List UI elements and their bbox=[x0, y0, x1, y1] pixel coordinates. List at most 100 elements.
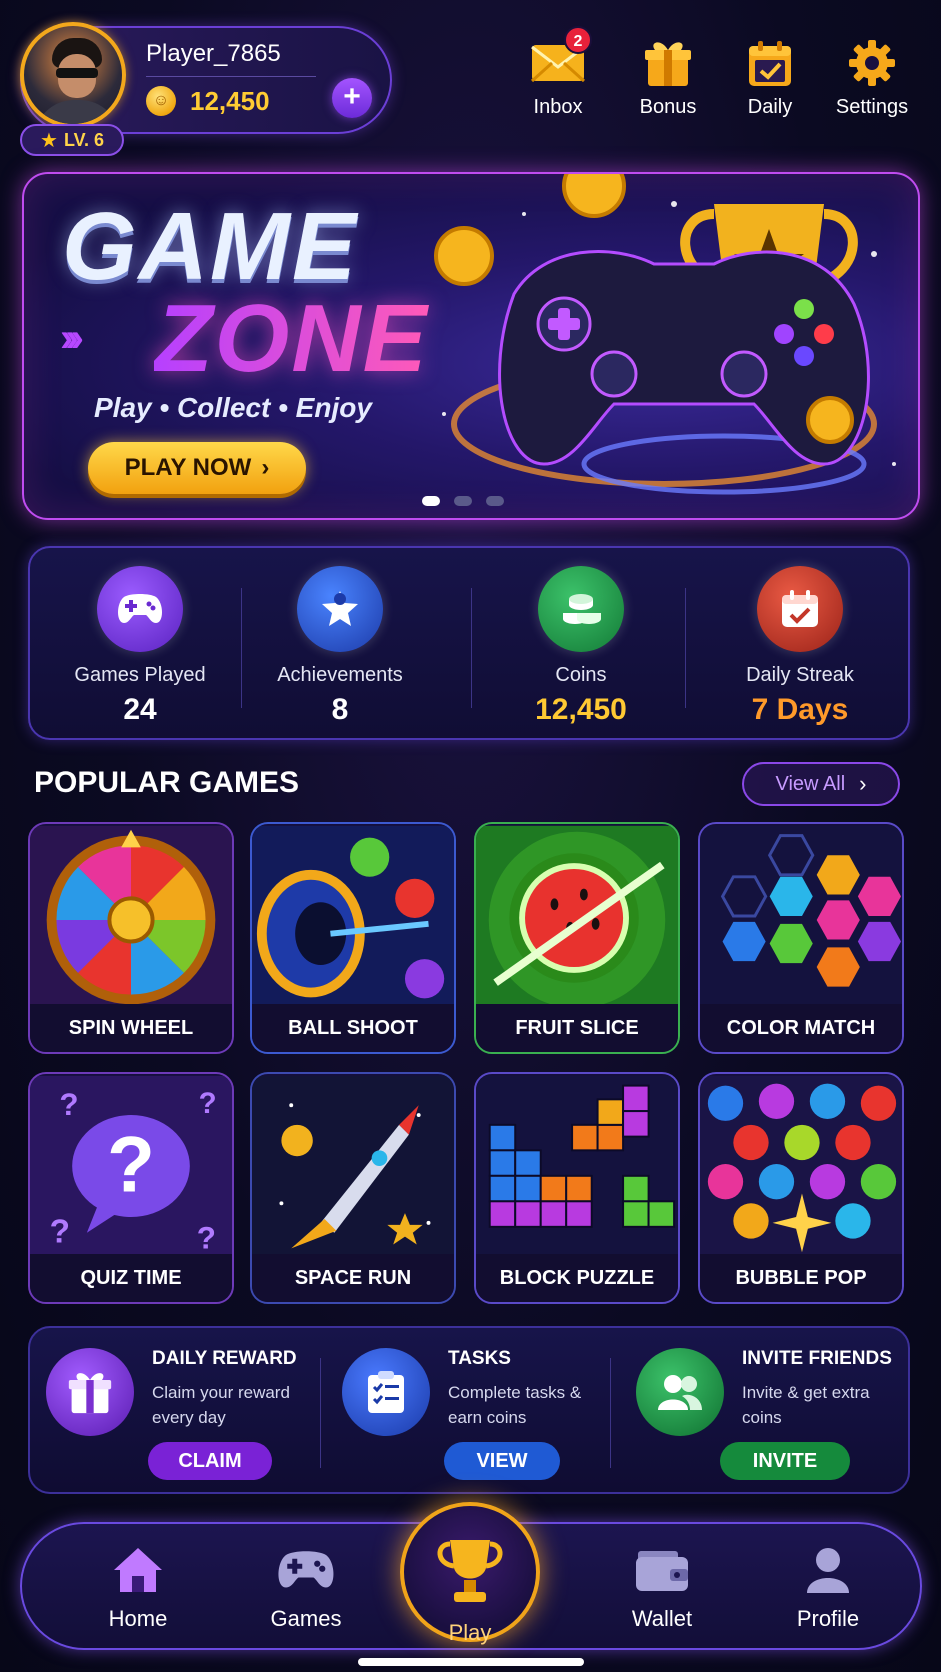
view-tasks-button[interactable]: VIEW bbox=[444, 1442, 560, 1480]
star-icon: ★ bbox=[40, 129, 58, 152]
player-stats-panel: Games Played 24 Achievements 8 Coins 12,… bbox=[28, 546, 910, 740]
nav-wallet[interactable]: Wallet bbox=[602, 1542, 722, 1632]
tasks-card: TASKS Complete tasks & earn coins VIEW bbox=[326, 1328, 616, 1496]
reward-title: INVITE FRIENDS bbox=[742, 1348, 892, 1369]
stat-games-played: Games Played 24 bbox=[30, 548, 250, 742]
bonus-label: Bonus bbox=[639, 96, 697, 118]
divider bbox=[146, 76, 316, 77]
stat-daily-streak: Daily Streak 7 Days bbox=[690, 548, 910, 742]
stat-coins: Coins 12,450 bbox=[471, 548, 691, 742]
chevron-right-icon: › bbox=[261, 454, 270, 481]
gamepad-icon bbox=[118, 594, 162, 623]
gear-icon bbox=[849, 40, 895, 86]
page-dot-1[interactable] bbox=[422, 496, 440, 506]
game-card-spin-wheel[interactable]: SPIN WHEEL bbox=[28, 822, 234, 1054]
page-dot-2[interactable] bbox=[454, 496, 472, 506]
game-title: BUBBLE POP bbox=[700, 1254, 902, 1302]
svg-text:?: ? bbox=[107, 1121, 155, 1209]
inbox-unread-badge: 2 bbox=[564, 26, 592, 54]
question-bubble-icon: ? ?? ?? bbox=[30, 1075, 232, 1259]
game-card-block-puzzle[interactable]: BLOCK PUZZLE bbox=[474, 1072, 680, 1304]
reward-description: Claim your reward every day bbox=[152, 1383, 290, 1427]
nav-label: Wallet bbox=[631, 1606, 693, 1631]
rewards-panel: DAILY REWARD Claim your reward every day… bbox=[28, 1326, 910, 1494]
nav-label: Profile bbox=[796, 1606, 860, 1631]
nav-label: Games bbox=[270, 1606, 342, 1631]
home-icon bbox=[114, 1548, 162, 1592]
daily-reward-card: DAILY REWARD Claim your reward every day… bbox=[30, 1328, 320, 1496]
page-dot-3[interactable] bbox=[486, 496, 504, 506]
invite-button[interactable]: INVITE bbox=[720, 1442, 850, 1480]
home-indicator[interactable] bbox=[358, 1658, 584, 1666]
calendar-icon bbox=[782, 590, 818, 627]
player-avatar[interactable] bbox=[20, 22, 126, 128]
chevrons-icon: ››› bbox=[60, 316, 84, 360]
nav-games[interactable]: Games bbox=[246, 1542, 366, 1632]
clipboard-check-icon bbox=[368, 1371, 404, 1413]
view-all-label: View All bbox=[775, 772, 846, 795]
claim-button[interactable]: CLAIM bbox=[148, 1442, 272, 1480]
add-coins-button[interactable]: + bbox=[332, 78, 372, 118]
reward-description: Complete tasks & earn coins bbox=[448, 1383, 582, 1427]
section-title: POPULAR GAMES bbox=[34, 766, 300, 799]
banner-tagline: Play • Collect • Enjoy bbox=[94, 392, 372, 423]
divider bbox=[610, 1358, 611, 1468]
bonus-button[interactable]: Bonus bbox=[618, 36, 718, 119]
ball-cannon-icon bbox=[252, 825, 454, 1009]
coin-balance: 12,450 bbox=[190, 86, 270, 116]
reward-description: Invite & get extra coins bbox=[742, 1383, 870, 1427]
inbox-button[interactable]: 2 Inbox bbox=[508, 26, 608, 119]
star-badge-icon bbox=[322, 591, 358, 626]
game-card-ball-shoot[interactable]: BALL SHOOT bbox=[250, 822, 456, 1054]
settings-button[interactable]: Settings bbox=[822, 36, 922, 119]
user-icon bbox=[807, 1548, 849, 1593]
banner-title-zone: ZONE bbox=[154, 285, 429, 392]
coin-icon: ☺ bbox=[146, 86, 176, 116]
stat-label: Games Played bbox=[74, 664, 206, 686]
daily-button[interactable]: Daily bbox=[720, 36, 820, 119]
users-icon bbox=[658, 1375, 702, 1410]
stat-value: 12,450 bbox=[535, 693, 627, 726]
level-badge: ★ LV. 6 bbox=[20, 124, 124, 156]
game-title: COLOR MATCH bbox=[700, 1004, 902, 1052]
gamepad-icon bbox=[278, 1551, 334, 1588]
controller-trophy-illustration bbox=[434, 174, 896, 495]
stat-label: Achievements bbox=[277, 664, 403, 686]
gift-icon bbox=[68, 1373, 112, 1414]
coin-stack-icon bbox=[563, 594, 601, 624]
chevron-right-icon: › bbox=[859, 771, 867, 796]
invite-friends-card: INVITE FRIENDS Invite & get extra coins … bbox=[620, 1328, 910, 1496]
settings-label: Settings bbox=[835, 96, 909, 118]
hexagon-grid-icon bbox=[700, 825, 902, 1009]
nav-label: Home bbox=[108, 1606, 168, 1631]
watermelon-icon bbox=[476, 825, 678, 1009]
play-now-button[interactable]: PLAY NOW › bbox=[88, 442, 306, 494]
game-card-bubble-pop[interactable]: BUBBLE POP bbox=[698, 1072, 904, 1304]
nav-play-label: Play bbox=[448, 1620, 492, 1645]
game-card-quiz-time[interactable]: ? ?? ?? QUIZ TIME bbox=[28, 1072, 234, 1304]
game-card-color-match[interactable]: COLOR MATCH bbox=[698, 822, 904, 1054]
svg-text:?: ? bbox=[50, 1214, 70, 1251]
game-title: FRUIT SLICE bbox=[476, 1004, 678, 1052]
game-title: BALL SHOOT bbox=[252, 1004, 454, 1052]
reward-title: DAILY REWARD bbox=[152, 1348, 297, 1369]
player-name: Player_7865 bbox=[146, 40, 281, 67]
daily-label: Daily bbox=[747, 96, 793, 118]
game-card-space-run[interactable]: SPACE RUN bbox=[250, 1072, 456, 1304]
bubbles-icon bbox=[700, 1075, 902, 1259]
banner-pagination[interactable] bbox=[422, 496, 504, 506]
divider bbox=[685, 588, 686, 708]
nav-profile[interactable]: Profile bbox=[768, 1542, 888, 1632]
game-card-fruit-slice[interactable]: FRUIT SLICE bbox=[474, 822, 680, 1054]
svg-text:?: ? bbox=[197, 1220, 216, 1255]
reward-title: TASKS bbox=[448, 1348, 511, 1369]
stat-achievements: Achievements 8 bbox=[230, 548, 450, 742]
game-title: SPIN WHEEL bbox=[30, 1004, 232, 1052]
stat-value: 8 bbox=[331, 693, 349, 726]
game-title: SPACE RUN bbox=[252, 1254, 454, 1302]
view-all-button[interactable]: View All › bbox=[742, 762, 900, 806]
play-now-label: PLAY NOW bbox=[124, 454, 252, 481]
gift-icon bbox=[645, 42, 691, 86]
nav-home[interactable]: Home bbox=[78, 1542, 198, 1632]
promo-banner[interactable]: GAME ››› ZONE Play • Collect • Enjoy PLA… bbox=[22, 172, 920, 520]
